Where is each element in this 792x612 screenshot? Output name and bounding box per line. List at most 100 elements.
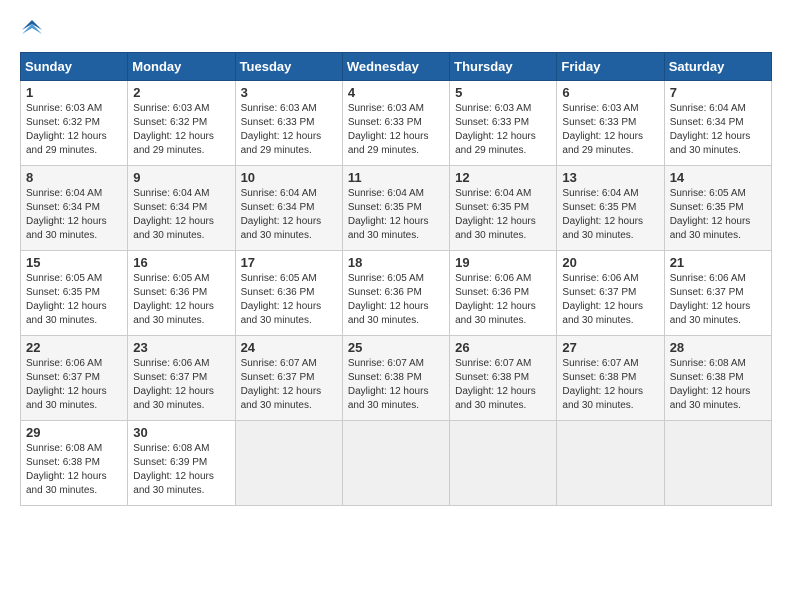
day-info: Sunrise: 6:05 AMSunset: 6:36 PMDaylight:…	[241, 272, 337, 328]
calendar-cell: 25Sunrise: 6:07 AMSunset: 6:38 PMDayligh…	[342, 336, 449, 421]
day-info: Sunrise: 6:05 AMSunset: 6:35 PMDaylight:…	[670, 187, 766, 243]
calendar-cell: 23Sunrise: 6:06 AMSunset: 6:37 PMDayligh…	[128, 336, 235, 421]
calendar-cell: 29 Sunrise: 6:08 AMSunset: 6:38 PMDayligh…	[21, 421, 128, 506]
calendar-cell	[342, 421, 449, 506]
calendar-cell: 30Sunrise: 6:08 AMSunset: 6:39 PMDayligh…	[128, 421, 235, 506]
calendar-cell: 13 Sunrise: 6:04 AMSunset: 6:35 PMDayligh…	[557, 166, 664, 251]
day-number: 13	[562, 170, 658, 185]
calendar: SundayMondayTuesdayWednesdayThursdayFrid…	[20, 52, 772, 506]
calendar-header-row: SundayMondayTuesdayWednesdayThursdayFrid…	[21, 53, 772, 81]
day-number: 18	[348, 255, 444, 270]
day-number: 28	[670, 340, 766, 355]
header-wednesday: Wednesday	[342, 53, 449, 81]
day-number: 4	[348, 85, 444, 100]
day-number: 24	[241, 340, 337, 355]
calendar-cell: 16 Sunrise: 6:05 AMSunset: 6:36 PMDayligh…	[128, 251, 235, 336]
header-saturday: Saturday	[664, 53, 771, 81]
day-number: 17	[241, 255, 337, 270]
calendar-cell: 3 Sunrise: 6:03 AMSunset: 6:33 PMDaylight…	[235, 81, 342, 166]
calendar-cell: 19 Sunrise: 6:06 AMSunset: 6:36 PMDayligh…	[450, 251, 557, 336]
calendar-cell: 26 Sunrise: 6:07 AMSunset: 6:38 PMDayligh…	[450, 336, 557, 421]
day-number: 2	[133, 85, 229, 100]
day-info: Sunrise: 6:03 AMSunset: 6:33 PMDaylight:…	[241, 102, 337, 158]
day-info: Sunrise: 6:06 AMSunset: 6:37 PMDaylight:…	[26, 357, 122, 413]
calendar-cell	[450, 421, 557, 506]
day-info: Sunrise: 6:03 AMSunset: 6:32 PMDaylight:…	[133, 102, 229, 158]
day-number: 8	[26, 170, 122, 185]
page-header	[20, 20, 772, 42]
day-number: 12	[455, 170, 551, 185]
day-info: Sunrise: 6:06 AMSunset: 6:37 PMDaylight:…	[562, 272, 658, 328]
day-info: Sunrise: 6:04 AMSunset: 6:35 PMDaylight:…	[562, 187, 658, 243]
calendar-cell: 11 Sunrise: 6:04 AMSunset: 6:35 PMDayligh…	[342, 166, 449, 251]
calendar-cell: 6 Sunrise: 6:03 AMSunset: 6:33 PMDaylight…	[557, 81, 664, 166]
day-number: 20	[562, 255, 658, 270]
calendar-cell: 22 Sunrise: 6:06 AMSunset: 6:37 PMDayligh…	[21, 336, 128, 421]
calendar-cell: 18 Sunrise: 6:05 AMSunset: 6:36 PMDayligh…	[342, 251, 449, 336]
day-info: Sunrise: 6:07 AMSunset: 6:37 PMDaylight:…	[241, 357, 337, 413]
day-number: 5	[455, 85, 551, 100]
calendar-cell	[664, 421, 771, 506]
calendar-cell: 7 Sunrise: 6:04 AMSunset: 6:34 PMDaylight…	[664, 81, 771, 166]
day-number: 21	[670, 255, 766, 270]
day-info: Sunrise: 6:06 AMSunset: 6:37 PMDaylight:…	[670, 272, 766, 328]
day-number: 16	[133, 255, 229, 270]
header-friday: Friday	[557, 53, 664, 81]
day-number: 3	[241, 85, 337, 100]
calendar-cell: 12Sunrise: 6:04 AMSunset: 6:35 PMDayligh…	[450, 166, 557, 251]
calendar-cell: 4 Sunrise: 6:03 AMSunset: 6:33 PMDaylight…	[342, 81, 449, 166]
logo	[20, 20, 42, 42]
day-info: Sunrise: 6:03 AMSunset: 6:33 PMDaylight:…	[562, 102, 658, 158]
day-number: 29	[26, 425, 122, 440]
calendar-cell: 24 Sunrise: 6:07 AMSunset: 6:37 PMDayligh…	[235, 336, 342, 421]
day-number: 23	[133, 340, 229, 355]
day-number: 6	[562, 85, 658, 100]
day-number: 1	[26, 85, 122, 100]
calendar-cell	[235, 421, 342, 506]
day-info: Sunrise: 6:08 AMSunset: 6:38 PMDaylight:…	[26, 442, 122, 498]
calendar-cell: 8Sunrise: 6:04 AMSunset: 6:34 PMDaylight…	[21, 166, 128, 251]
day-number: 22	[26, 340, 122, 355]
day-number: 7	[670, 85, 766, 100]
header-thursday: Thursday	[450, 53, 557, 81]
calendar-cell: 10 Sunrise: 6:04 AMSunset: 6:34 PMDayligh…	[235, 166, 342, 251]
calendar-cell: 5 Sunrise: 6:03 AMSunset: 6:33 PMDaylight…	[450, 81, 557, 166]
calendar-week-4: 22 Sunrise: 6:06 AMSunset: 6:37 PMDayligh…	[21, 336, 772, 421]
calendar-cell: 27Sunrise: 6:07 AMSunset: 6:38 PMDayligh…	[557, 336, 664, 421]
day-info: Sunrise: 6:05 AMSunset: 6:36 PMDaylight:…	[348, 272, 444, 328]
day-number: 30	[133, 425, 229, 440]
header-monday: Monday	[128, 53, 235, 81]
day-info: Sunrise: 6:03 AMSunset: 6:32 PMDaylight:…	[26, 102, 122, 158]
header-tuesday: Tuesday	[235, 53, 342, 81]
day-info: Sunrise: 6:03 AMSunset: 6:33 PMDaylight:…	[348, 102, 444, 158]
header-sunday: Sunday	[21, 53, 128, 81]
calendar-cell: 20 Sunrise: 6:06 AMSunset: 6:37 PMDayligh…	[557, 251, 664, 336]
calendar-week-5: 29 Sunrise: 6:08 AMSunset: 6:38 PMDayligh…	[21, 421, 772, 506]
day-info: Sunrise: 6:05 AMSunset: 6:36 PMDaylight:…	[133, 272, 229, 328]
calendar-cell: 15Sunrise: 6:05 AMSunset: 6:35 PMDayligh…	[21, 251, 128, 336]
calendar-cell: 21 Sunrise: 6:06 AMSunset: 6:37 PMDayligh…	[664, 251, 771, 336]
day-info: Sunrise: 6:04 AMSunset: 6:35 PMDaylight:…	[348, 187, 444, 243]
calendar-cell: 9Sunrise: 6:04 AMSunset: 6:34 PMDaylight…	[128, 166, 235, 251]
calendar-cell: 2 Sunrise: 6:03 AMSunset: 6:32 PMDaylight…	[128, 81, 235, 166]
day-info: Sunrise: 6:08 AMSunset: 6:38 PMDaylight:…	[670, 357, 766, 413]
day-number: 14	[670, 170, 766, 185]
day-number: 19	[455, 255, 551, 270]
calendar-week-2: 8 Sunrise: 6:04 AMSunset: 6:34 PMDaylight…	[21, 166, 772, 251]
day-info: Sunrise: 6:07 AMSunset: 6:38 PMDaylight:…	[455, 357, 551, 413]
logo-icon	[22, 20, 42, 40]
day-info: Sunrise: 6:06 AMSunset: 6:36 PMDaylight:…	[455, 272, 551, 328]
calendar-week-3: 15Sunrise: 6:05 AMSunset: 6:35 PMDayligh…	[21, 251, 772, 336]
day-number: 10	[241, 170, 337, 185]
calendar-cell: 17 Sunrise: 6:05 AMSunset: 6:36 PMDayligh…	[235, 251, 342, 336]
day-info: Sunrise: 6:07 AMSunset: 6:38 PMDaylight:…	[348, 357, 444, 413]
day-number: 27	[562, 340, 658, 355]
day-number: 26	[455, 340, 551, 355]
day-info: Sunrise: 6:03 AMSunset: 6:33 PMDaylight:…	[455, 102, 551, 158]
calendar-cell: 28 Sunrise: 6:08 AMSunset: 6:38 PMDayligh…	[664, 336, 771, 421]
day-info: Sunrise: 6:04 AMSunset: 6:34 PMDaylight:…	[241, 187, 337, 243]
day-info: Sunrise: 6:04 AMSunset: 6:34 PMDaylight:…	[670, 102, 766, 158]
day-number: 11	[348, 170, 444, 185]
calendar-cell: 1 Sunrise: 6:03 AMSunset: 6:32 PMDaylight…	[21, 81, 128, 166]
day-number: 9	[133, 170, 229, 185]
